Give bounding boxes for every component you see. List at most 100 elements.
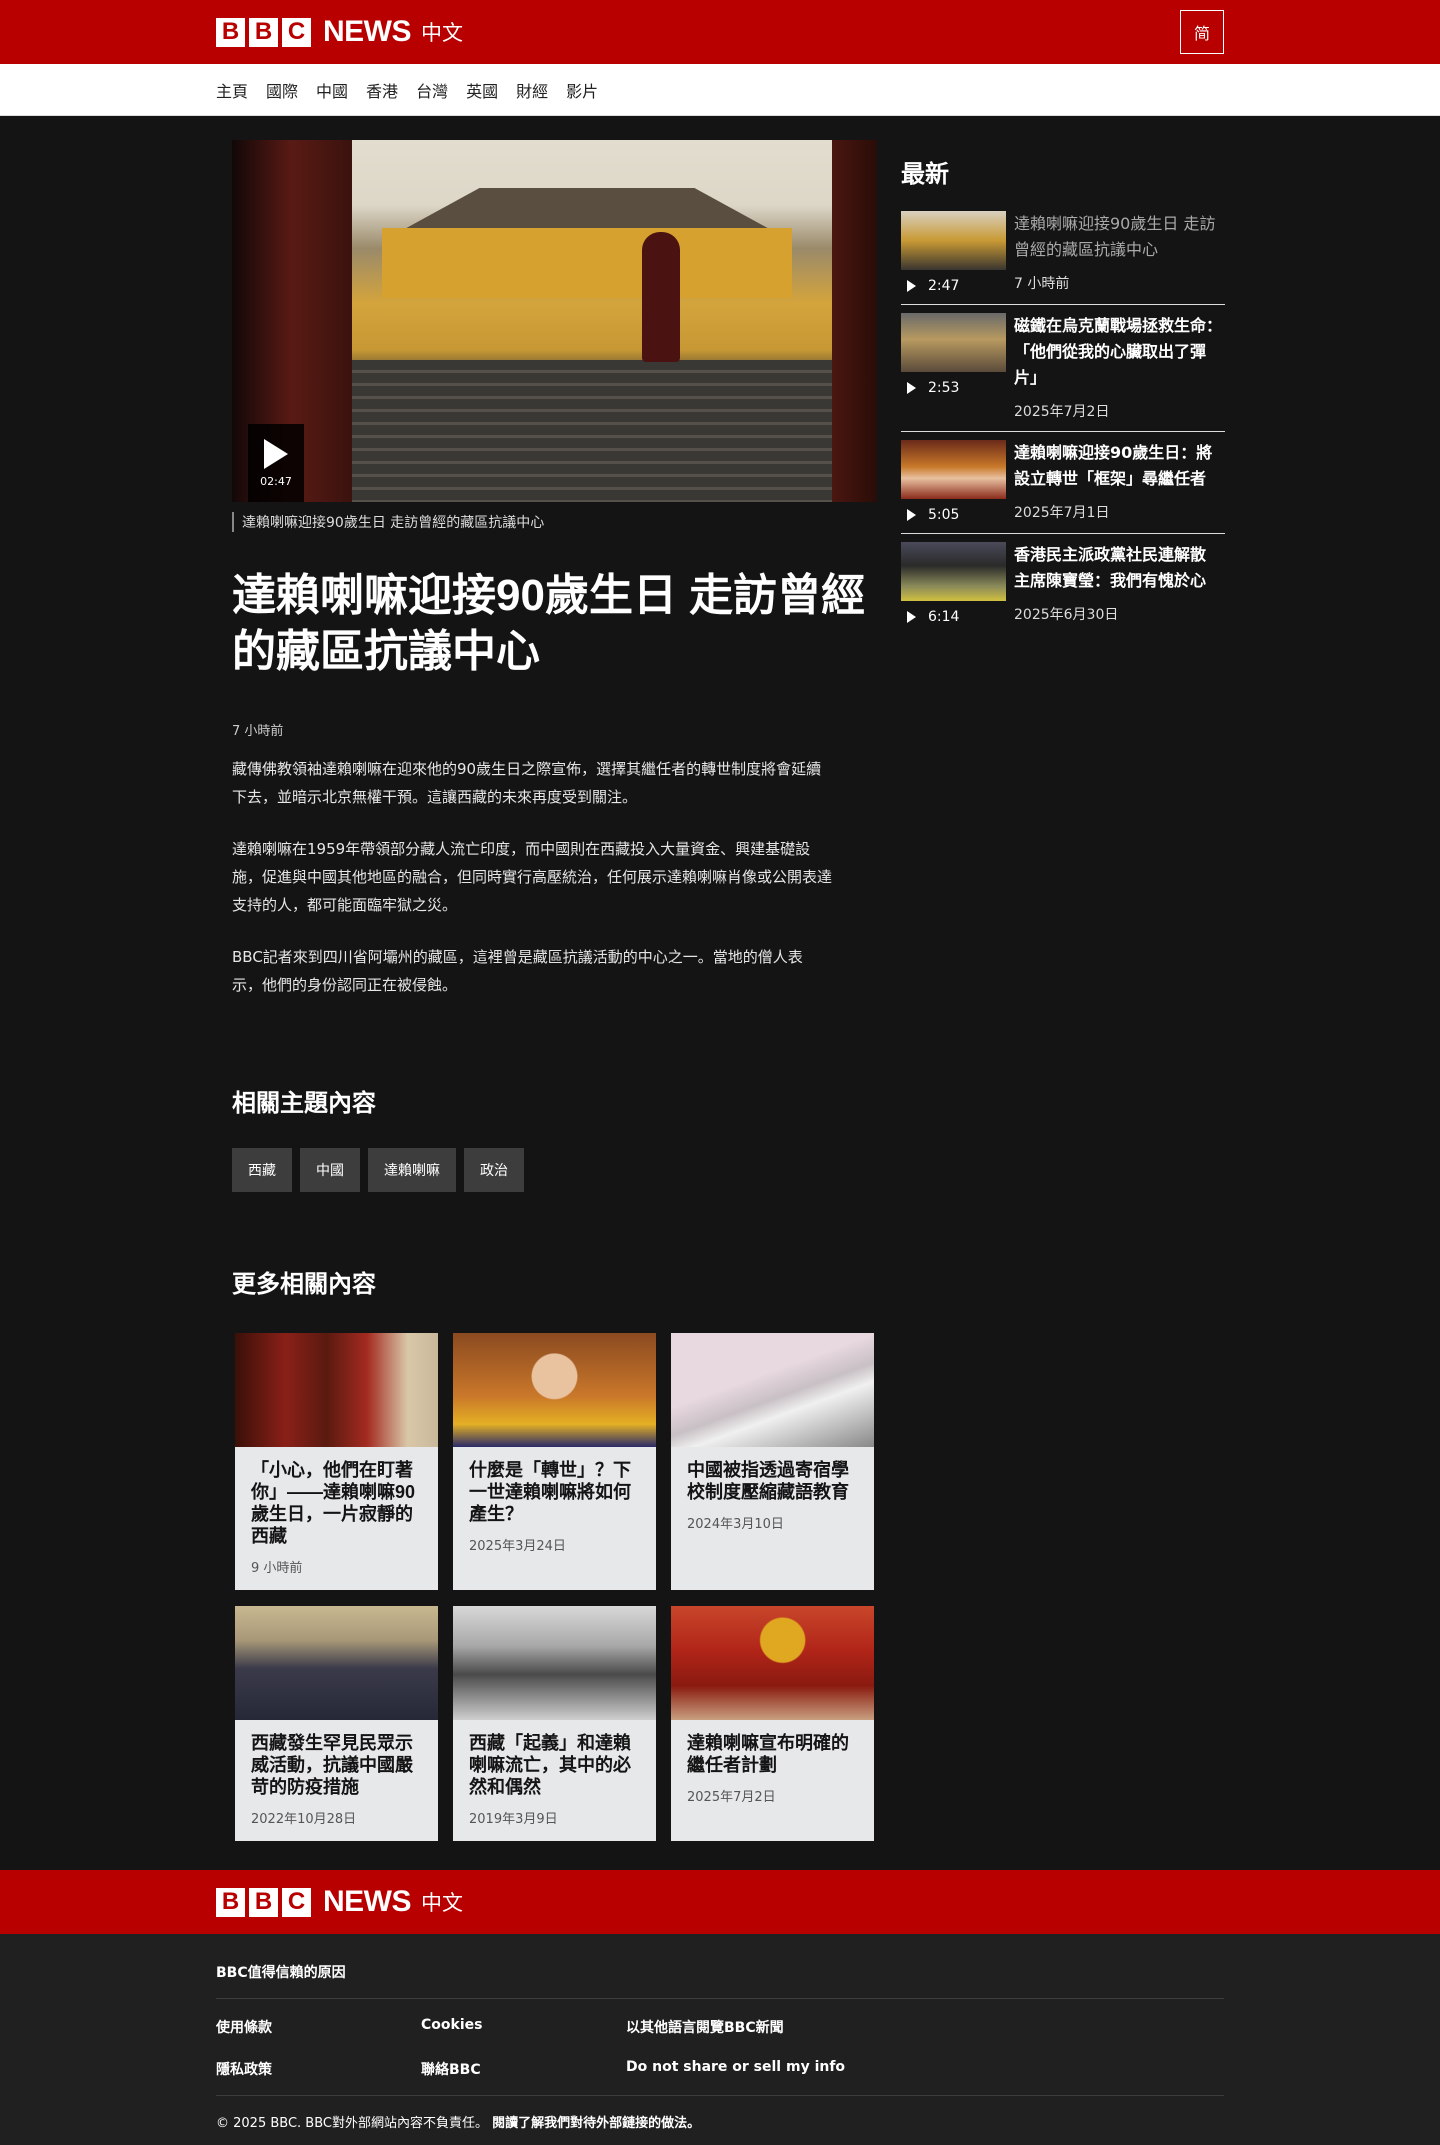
news-wordmark: NEWS xyxy=(323,1885,412,1918)
card-image xyxy=(453,1606,656,1720)
article-column: 02:47 達賴喇嘛迎接90歲生日 走訪曾經的藏區抗議中心 達賴喇嘛迎接90歲生… xyxy=(232,140,877,1841)
nav-item-china[interactable]: 中國 xyxy=(316,78,348,102)
article-paragraph: 藏傳佛教領袖達賴喇嘛在迎來他的90歲生日之際宣佈，選擇其繼任者的轉世制度將會延續… xyxy=(232,760,822,806)
more-related-title: 更多相關內容 xyxy=(232,1271,376,1298)
latest-duration: 2:53 xyxy=(928,380,960,396)
related-card[interactable]: 達賴喇嘛宣布明確的繼任者計劃 2025年7月2日 xyxy=(671,1606,874,1841)
card-image xyxy=(235,1333,438,1447)
bbc-block-b2: B xyxy=(249,17,278,47)
card-title[interactable]: 西藏發生罕見民眾示威活動，抗議中國嚴苛的防疫措施 xyxy=(251,1732,422,1798)
topic-tag-politics[interactable]: 政治 xyxy=(464,1148,524,1192)
card-date: 2024年3月10日 xyxy=(687,1517,784,1532)
latest-thumbnail[interactable] xyxy=(901,440,1006,499)
card-image xyxy=(235,1606,438,1720)
play-icon xyxy=(907,382,916,394)
footer-divider xyxy=(216,2095,1224,2096)
latest-thumbnail[interactable] xyxy=(901,313,1006,372)
latest-duration: 6:14 xyxy=(928,609,960,625)
article-timestamp: 7 小時前 xyxy=(232,724,284,739)
footer-link-do-not-sell[interactable]: Do not share or sell my info xyxy=(626,2059,926,2079)
topic-tags: 西藏 中國 達賴喇嘛 政治 xyxy=(232,1148,877,1192)
topic-tag-tibet[interactable]: 西藏 xyxy=(232,1148,292,1192)
card-title[interactable]: 什麼是「轉世」？下一世達賴喇嘛將如何產生？ xyxy=(469,1459,640,1525)
latest-duration: 2:47 xyxy=(928,278,960,294)
latest-headline[interactable]: 磁鐵在烏克蘭戰場拯救生命：「他們從我的心臟取出了彈片」 xyxy=(1014,313,1225,391)
bbc-blocks: B B C xyxy=(216,17,311,47)
latest-item[interactable]: 6:14 香港民主派政黨社民連解散 主席陳寶瑩：我們有愧於心 2025年6月30… xyxy=(901,534,1225,635)
footer-brand-bar: B B C NEWS 中文 xyxy=(0,1870,1440,1934)
nav-item-international[interactable]: 國際 xyxy=(266,78,298,102)
latest-item[interactable]: 5:05 達賴喇嘛迎接90歲生日：將設立轉世「框架」尋繼任者 2025年7月1日 xyxy=(901,432,1225,534)
bbc-block-b1: B xyxy=(216,1887,245,1917)
nav-item-finance[interactable]: 財經 xyxy=(516,78,548,102)
related-card[interactable]: 中國被指透過寄宿學校制度壓縮藏語教育 2024年3月10日 xyxy=(671,1333,874,1590)
latest-item[interactable]: 2:47 達賴喇嘛迎接90歲生日 走訪曾經的藏區抗議中心 7 小時前 xyxy=(901,203,1225,305)
related-card[interactable]: 什麼是「轉世」？下一世達賴喇嘛將如何產生？ 2025年3月24日 xyxy=(453,1333,656,1590)
latest-item[interactable]: 2:53 磁鐵在烏克蘭戰場拯救生命：「他們從我的心臟取出了彈片」 2025年7月… xyxy=(901,305,1225,432)
latest-date: 2025年7月2日 xyxy=(1014,404,1110,420)
card-date: 2025年7月2日 xyxy=(687,1790,776,1805)
external-links-policy-link[interactable]: 閱讀了解我們對待外部鏈接的做法。 xyxy=(492,2116,700,2131)
page-content: 02:47 達賴喇嘛迎接90歲生日 走訪曾經的藏區抗議中心 達賴喇嘛迎接90歲生… xyxy=(216,116,1225,1866)
video-thumbnail-roof xyxy=(406,188,768,228)
footer: BBC值得信賴的原因 使用條款 Cookies 以其他語言閱覽BBC新聞 隱私政… xyxy=(0,1934,1440,2145)
related-card[interactable]: 西藏「起義」和達賴喇嘛流亡，其中的必然和偶然 2019年3月9日 xyxy=(453,1606,656,1841)
latest-thumbnail[interactable] xyxy=(901,542,1006,601)
video-duration: 02:47 xyxy=(260,474,292,488)
latest-headline[interactable]: 達賴喇嘛迎接90歲生日 走訪曾經的藏區抗議中心 xyxy=(1014,211,1225,263)
topic-tag-dalai-lama[interactable]: 達賴喇嘛 xyxy=(368,1148,456,1192)
video-thumbnail-stairs xyxy=(352,360,832,502)
video-caption: 達賴喇嘛迎接90歲生日 走訪曾經的藏區抗議中心 xyxy=(232,512,877,532)
latest-date: 2025年7月1日 xyxy=(1014,505,1110,521)
nav-item-home[interactable]: 主頁 xyxy=(216,78,248,102)
related-cards-grid: 「小心，他們在盯著你」——達賴喇嘛90歲生日，一片寂靜的西藏 9 小時前 什麼是… xyxy=(232,1333,877,1841)
footer-link-other-languages[interactable]: 以其他語言閱覽BBC新聞 xyxy=(626,2017,926,2037)
footer-link-cookies[interactable]: Cookies xyxy=(421,2017,626,2037)
footer-bbc-news-logo[interactable]: B B C NEWS 中文 xyxy=(216,1885,463,1919)
nav-item-hongkong[interactable]: 香港 xyxy=(366,78,398,102)
footer-trust-link[interactable]: BBC值得信賴的原因 xyxy=(216,1962,1224,1982)
bbc-block-b2: B xyxy=(249,1887,278,1917)
nav-item-taiwan[interactable]: 台灣 xyxy=(416,78,448,102)
card-image xyxy=(453,1333,656,1447)
card-image xyxy=(671,1333,874,1447)
bbc-block-c: C xyxy=(282,1887,311,1917)
card-title[interactable]: 達賴喇嘛宣布明確的繼任者計劃 xyxy=(687,1732,858,1776)
footer-link-terms[interactable]: 使用條款 xyxy=(216,2017,421,2037)
video-thumbnail-pillar-right xyxy=(832,140,877,502)
video-player[interactable]: 02:47 xyxy=(232,140,877,502)
card-title[interactable]: 西藏「起義」和達賴喇嘛流亡，其中的必然和偶然 xyxy=(469,1732,640,1798)
nav-item-uk[interactable]: 英國 xyxy=(466,78,498,102)
card-date: 2022年10月28日 xyxy=(251,1812,357,1827)
video-thumbnail-wall xyxy=(382,228,792,298)
latest-title: 最新 xyxy=(901,161,949,188)
related-card[interactable]: 西藏發生罕見民眾示威活動，抗議中國嚴苛的防疫措施 2022年10月28日 xyxy=(235,1606,438,1841)
play-icon xyxy=(264,438,288,469)
news-wordmark: NEWS xyxy=(323,15,412,48)
footer-link-contact[interactable]: 聯絡BBC xyxy=(421,2059,626,2079)
nav-item-video[interactable]: 影片 xyxy=(566,78,598,102)
card-image xyxy=(671,1606,874,1720)
card-title[interactable]: 「小心，他們在盯著你」——達賴喇嘛90歲生日，一片寂靜的西藏 xyxy=(251,1459,422,1547)
article-paragraph: BBC記者來到四川省阿壩州的藏區，這裡曾是藏區抗議活動的中心之一。當地的僧人表示… xyxy=(232,948,803,994)
bbc-block-b1: B xyxy=(216,17,245,47)
latest-duration: 5:05 xyxy=(928,507,960,523)
footer-link-privacy[interactable]: 隱私政策 xyxy=(216,2059,421,2079)
latest-thumbnail[interactable] xyxy=(901,211,1006,270)
latest-headline[interactable]: 香港民主派政黨社民連解散 主席陳寶瑩：我們有愧於心 xyxy=(1014,542,1225,594)
play-icon xyxy=(907,611,916,623)
article-headline: 達賴喇嘛迎接90歲生日 走訪曾經的藏區抗議中心 xyxy=(232,571,866,676)
bbc-block-c: C xyxy=(282,17,311,47)
topic-tag-china[interactable]: 中國 xyxy=(300,1148,360,1192)
latest-headline[interactable]: 達賴喇嘛迎接90歲生日：將設立轉世「框架」尋繼任者 xyxy=(1014,440,1225,492)
related-card[interactable]: 「小心，他們在盯著你」——達賴喇嘛90歲生日，一片寂靜的西藏 9 小時前 xyxy=(235,1333,438,1590)
video-play-button[interactable]: 02:47 xyxy=(248,424,304,502)
simplified-chinese-toggle[interactable]: 简 xyxy=(1180,10,1224,54)
latest-list: 2:47 達賴喇嘛迎接90歲生日 走訪曾經的藏區抗議中心 7 小時前 2:53 xyxy=(901,203,1225,635)
bbc-news-logo[interactable]: B B C NEWS 中文 xyxy=(216,15,463,49)
top-header: B B C NEWS 中文 简 xyxy=(0,0,1440,64)
footer-links: 使用條款 Cookies 以其他語言閱覽BBC新聞 隱私政策 聯絡BBC Do … xyxy=(216,2017,1224,2079)
card-date: 2025年3月24日 xyxy=(469,1539,566,1554)
latest-sidebar: 最新 2:47 達賴喇嘛迎接90歲生日 走訪曾經的藏區抗議中心 7 小時前 2:… xyxy=(901,140,1225,635)
card-title[interactable]: 中國被指透過寄宿學校制度壓縮藏語教育 xyxy=(687,1459,858,1503)
